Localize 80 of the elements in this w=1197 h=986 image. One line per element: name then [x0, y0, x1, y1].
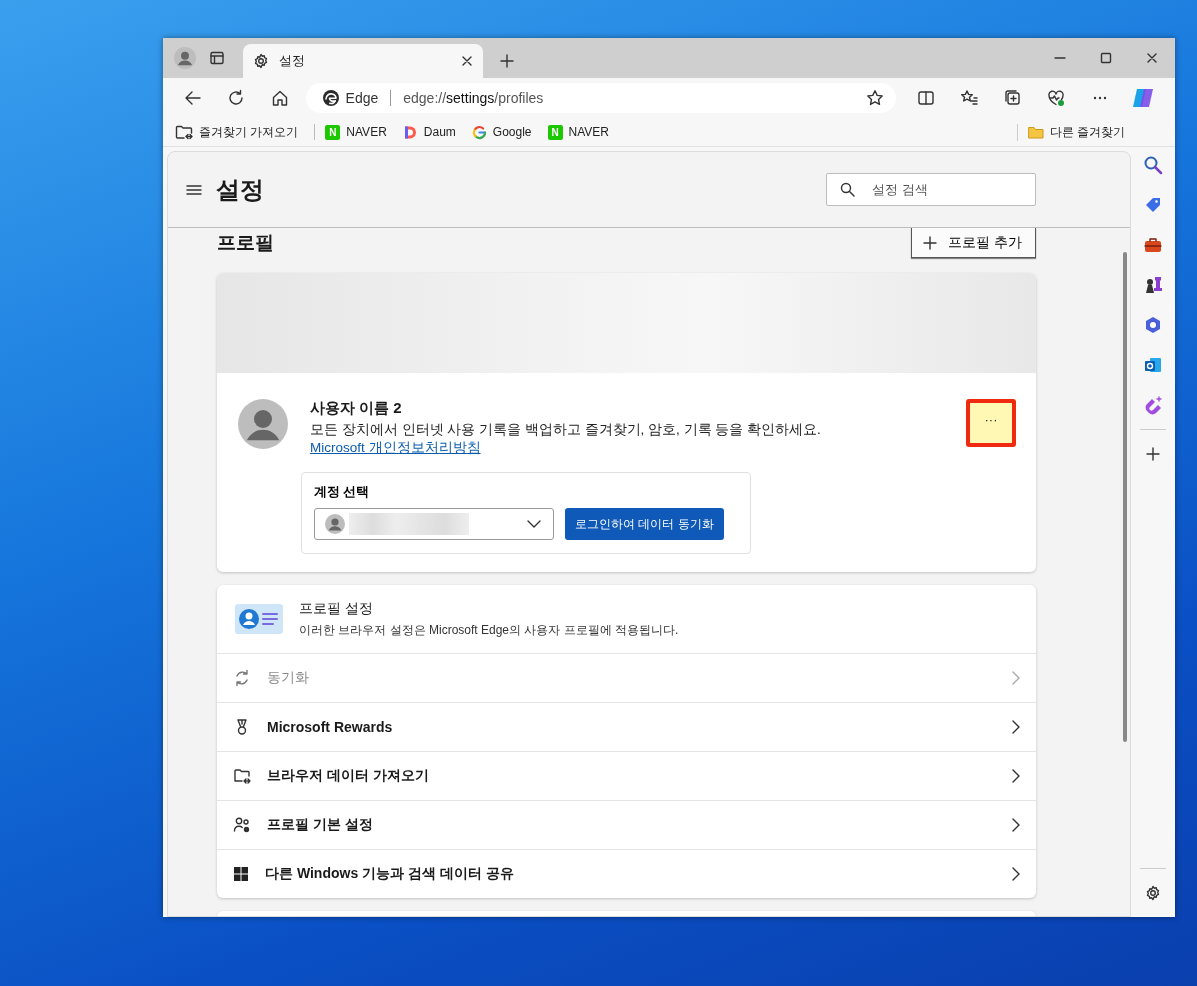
privacy-link[interactable]: Microsoft 개인정보처리방침 [310, 440, 481, 455]
close-tab-button[interactable] [461, 55, 473, 67]
settings-icon [1145, 885, 1161, 901]
url-text: edge://settings/profiles [403, 90, 545, 106]
chevron-right-icon [1012, 867, 1020, 881]
favorite-link[interactable]: N NAVER [325, 122, 395, 142]
home-icon [270, 89, 289, 107]
edge-logo-icon [321, 89, 340, 107]
avatar-icon [174, 47, 196, 69]
card-title: 프로필 설정 [299, 599, 374, 618]
close-icon [1146, 52, 1158, 64]
add-profile-button[interactable]: 프로필 추가 [911, 228, 1036, 258]
profile-settings-icon [233, 601, 285, 637]
maximize-icon [1100, 52, 1112, 64]
import-icon [233, 767, 251, 785]
profile-button[interactable] [171, 44, 199, 72]
plus-icon [1145, 446, 1161, 462]
favorite-link[interactable]: N NAVER [547, 122, 617, 142]
settings-icon [253, 53, 269, 69]
favorite-link[interactable]: 즐겨찾기 가져오기 [175, 121, 307, 143]
windows-logo-icon [233, 866, 249, 882]
menu-icon [186, 183, 202, 196]
tab-title: 설정 [279, 52, 306, 70]
chevron-down-icon [527, 520, 541, 528]
people-gear-icon [233, 816, 251, 834]
chevron-right-icon [1012, 720, 1020, 734]
split-screen-icon [916, 89, 935, 107]
close-icon [461, 55, 473, 67]
more-options-button[interactable]: ··· [966, 399, 1016, 447]
avatar-icon [325, 514, 345, 534]
scrollbar-thumb[interactable] [1123, 252, 1127, 742]
avatar-icon [238, 399, 288, 449]
more-icon [1092, 96, 1107, 100]
settings-row[interactable]: 브라우저 데이터 가져오기 [217, 752, 1036, 801]
profile-description: 모든 장치에서 인터넷 사용 기록을 백업하고 즐겨찾기, 암호, 기록 등을 확인하세요. Microsoft 개인정보처리방침 [310, 421, 822, 457]
heart-pulse-icon [1047, 89, 1066, 107]
favorite-star-button[interactable] [865, 89, 884, 107]
search-icon [1143, 155, 1163, 175]
search-field[interactable]: 설정 검색 [826, 173, 1036, 206]
browser-tab[interactable]: 설정 [243, 44, 483, 78]
naver-logo-icon: N [547, 124, 563, 140]
collections-icon [1003, 89, 1022, 107]
google-logo-icon [471, 124, 487, 140]
chevron-right-icon [1012, 818, 1020, 832]
folder-icon [1027, 125, 1044, 139]
page-title: 설정 [216, 174, 264, 205]
profile-name: 사용자 이름 2 [310, 399, 403, 418]
hexagon-logo-icon [1143, 315, 1163, 335]
settings-row[interactable]: Microsoft Rewards [217, 703, 1036, 752]
site-label: Edge [345, 90, 379, 106]
star-icon [865, 89, 884, 107]
search-icon [840, 182, 855, 197]
favorite-link[interactable]: Daum [402, 122, 464, 142]
other-favorites-folder[interactable]: 다른 즐겨찾기 [1016, 123, 1125, 141]
section-title: 프로필 [217, 231, 274, 255]
chevron-right-icon [1012, 671, 1020, 685]
import-icon [175, 124, 193, 140]
favorite-link[interactable]: Google [471, 122, 540, 142]
sign-in-sync-button[interactable]: 로그인하여 데이터 동기화 [565, 508, 724, 540]
settings-row[interactable]: 프로필 기본 설정 [217, 801, 1036, 850]
favorites-icon [960, 89, 979, 107]
account-dropdown[interactable] [314, 508, 554, 540]
back-icon [183, 89, 202, 107]
chess-pieces-icon [1143, 275, 1163, 295]
daum-logo-icon [402, 124, 418, 140]
magic-wand-icon [1143, 395, 1163, 415]
card-subtitle: 이러한 브라우저 설정은 Microsoft Edge의 사용자 프로필에 적용됩니다. [299, 621, 679, 639]
chevron-right-icon [1012, 769, 1020, 783]
menu-button[interactable] [186, 183, 202, 196]
settings-row[interactable]: 다른 Windows 기능과 검색 데이터 공유 [217, 850, 1036, 898]
toolbox-icon [1143, 235, 1163, 255]
mail-app-icon [1143, 355, 1163, 375]
plus-icon [922, 234, 938, 251]
plus-icon [499, 53, 515, 69]
address-bar[interactable]: Edge edge://settings/profiles [305, 83, 896, 113]
naver-logo-icon: N [325, 124, 341, 140]
refresh-icon [227, 89, 246, 107]
tab-actions-icon [209, 50, 225, 66]
sync-icon [233, 669, 251, 687]
account-select-label: 계정 선택 [314, 484, 370, 501]
